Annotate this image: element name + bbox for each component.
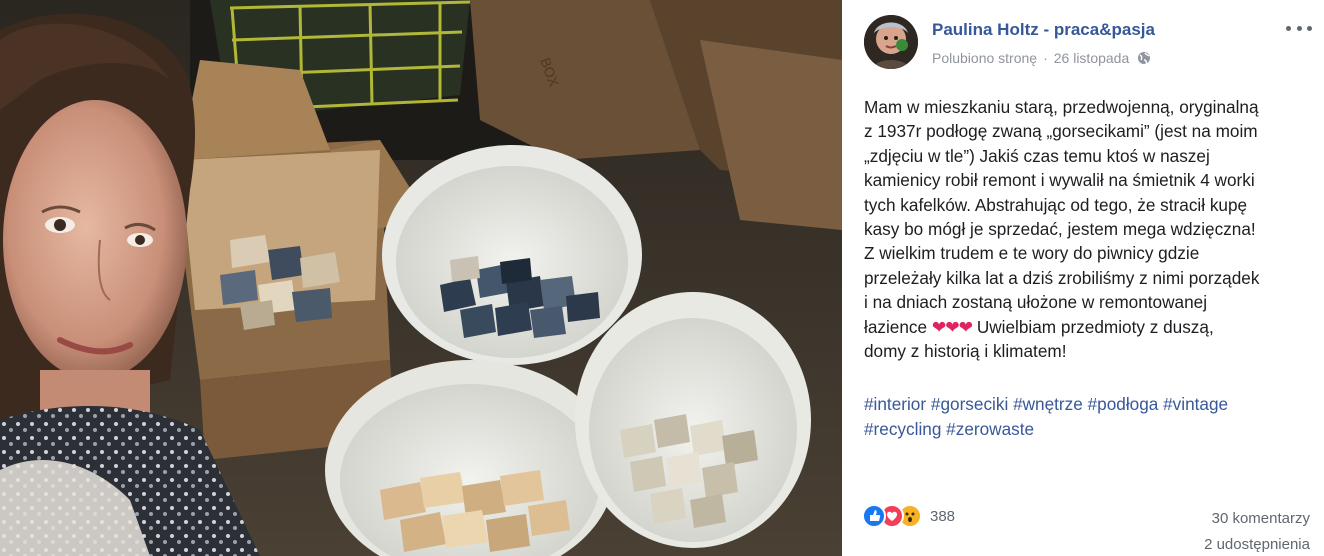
- reactions-summary[interactable]: 388: [862, 504, 955, 528]
- meta-separator: ·: [1043, 50, 1048, 66]
- liked-page-label: Polubiono stronę: [932, 50, 1038, 66]
- like-reaction-icon: [862, 504, 886, 528]
- post-date-link[interactable]: 26 listopada: [1054, 50, 1130, 66]
- globe-icon[interactable]: [1137, 51, 1151, 65]
- hashtag-link[interactable]: #zerowaste: [946, 419, 1034, 439]
- shares-count-link[interactable]: 2 udostępnienia: [1204, 536, 1310, 553]
- hearts-emoji-icon: ❤❤❤: [931, 316, 973, 337]
- hashtags: #interior #gorseciki #wnętrze #podłoga #…: [864, 392, 1312, 442]
- post-text-line: kasy bo mógł je sprzedać, jestem mega wd…: [864, 219, 1256, 240]
- post-text-fragment: Uwielbiam przedmioty z duszą,: [976, 316, 1214, 337]
- post-text-line: Mam w mieszkaniu starą, przedwojenną, or…: [864, 97, 1259, 117]
- comments-count-link[interactable]: 30 komentarzy: [1212, 510, 1310, 527]
- photo-illustration: BOX: [0, 0, 842, 556]
- hashtag-link[interactable]: #wnętrze: [1013, 394, 1083, 414]
- post-text-line: Z wielkim trudem e te wory do piwnicy gd…: [864, 243, 1200, 264]
- post-text-line: i na dniach zostaną ułożone w remontowan…: [864, 292, 1208, 313]
- post-text: Mam w mieszkaniu starą, przedwojenną, or…: [864, 95, 1312, 363]
- avatar-image: [864, 15, 918, 69]
- hashtag-link[interactable]: #podłoga: [1088, 394, 1159, 414]
- hashtag-link[interactable]: #interior: [864, 394, 926, 414]
- post-text-line: tych kafelków. Abstrahując od tego, że s…: [864, 194, 1248, 215]
- more-dot: [1307, 25, 1312, 31]
- post-text-fragment: łazience: [864, 316, 928, 337]
- author-avatar[interactable]: [864, 15, 918, 69]
- post-photo[interactable]: BOX: [0, 0, 842, 556]
- hashtag-link[interactable]: #gorseciki: [931, 394, 1008, 414]
- hashtag-link[interactable]: #recycling: [864, 419, 941, 439]
- more-options-icon[interactable]: [1286, 18, 1312, 38]
- post-text-line: kamienicy robił remont i wywalił na śmie…: [864, 170, 1255, 191]
- post-text-line: z 1937r podłogę zwaną „gorsecikami” (jes…: [864, 121, 1258, 142]
- post-text-line: domy z historią i klimatem!: [864, 341, 1067, 362]
- author-name-link[interactable]: Paulina Holtz - praca&pasja: [932, 20, 1155, 40]
- hashtag-link[interactable]: #vintage: [1163, 394, 1228, 414]
- post-text-line-with-hearts: łazience ❤❤❤ Uwielbiam przedmioty z dusz…: [864, 315, 1312, 339]
- more-dot: [1296, 25, 1302, 31]
- post-text-line: „zdjęciu w tle”) Jakiś czas temu ktoś w …: [864, 145, 1210, 166]
- post-meta: Polubiono stronę · 26 listopada: [932, 50, 1151, 66]
- post-panel: Paulina Holtz - praca&pasja Polubiono st…: [842, 0, 1324, 556]
- post-text-line: przeleżały kilka lat a dziś zrobiliśmy z…: [864, 267, 1260, 288]
- more-dot: [1286, 25, 1291, 31]
- reactions-count: 388: [930, 507, 956, 525]
